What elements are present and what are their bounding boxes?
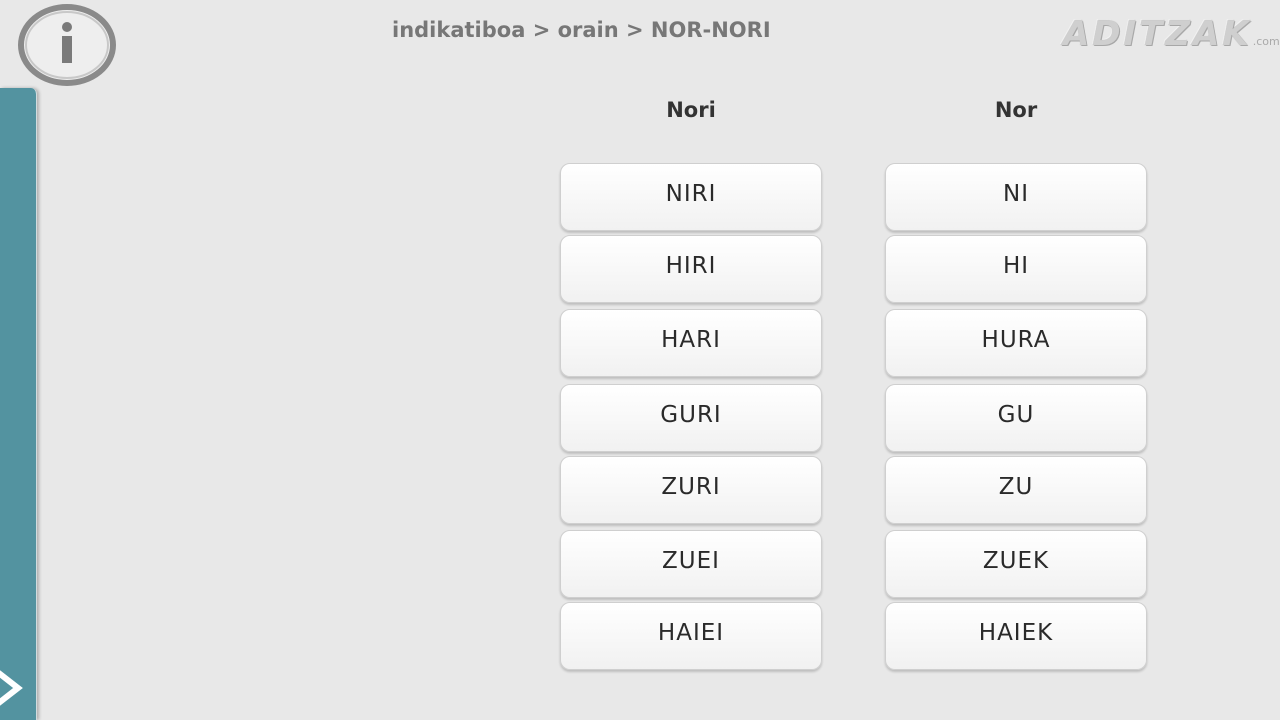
nor-button-hi[interactable]: HI <box>885 235 1147 303</box>
nori-column-header: Nori <box>666 98 716 122</box>
side-drawer-handle[interactable] <box>0 88 37 720</box>
nor-column-header: Nor <box>994 98 1038 122</box>
logo-suffix-text: .com <box>1252 35 1280 48</box>
nori-button-niri[interactable]: NIRI <box>560 163 822 231</box>
nor-button-gu[interactable]: GU <box>885 384 1147 452</box>
nor-button-zu[interactable]: ZU <box>885 456 1147 524</box>
nori-button-hari[interactable]: HARI <box>560 309 822 377</box>
nor-button-ni[interactable]: NI <box>885 163 1147 231</box>
nor-button-haiek[interactable]: HAIEK <box>885 602 1147 670</box>
logo-main-text: ADITZAK <box>1063 14 1252 54</box>
breadcrumb: indikatiboa > orain > NOR-NORI <box>392 18 771 42</box>
nori-button-guri[interactable]: GURI <box>560 384 822 452</box>
nor-button-hura[interactable]: HURA <box>885 309 1147 377</box>
nor-button-zuek[interactable]: ZUEK <box>885 530 1147 598</box>
info-circle-icon <box>18 4 116 86</box>
chevron-right-icon <box>0 668 28 712</box>
nori-button-zuri[interactable]: ZURI <box>560 456 822 524</box>
nori-button-zuei[interactable]: ZUEI <box>560 530 822 598</box>
nori-button-haiei[interactable]: HAIEI <box>560 602 822 670</box>
info-button[interactable] <box>17 3 117 87</box>
aditzak-logo: ADITZAK.com <box>1063 14 1280 54</box>
nori-button-hiri[interactable]: HIRI <box>560 235 822 303</box>
